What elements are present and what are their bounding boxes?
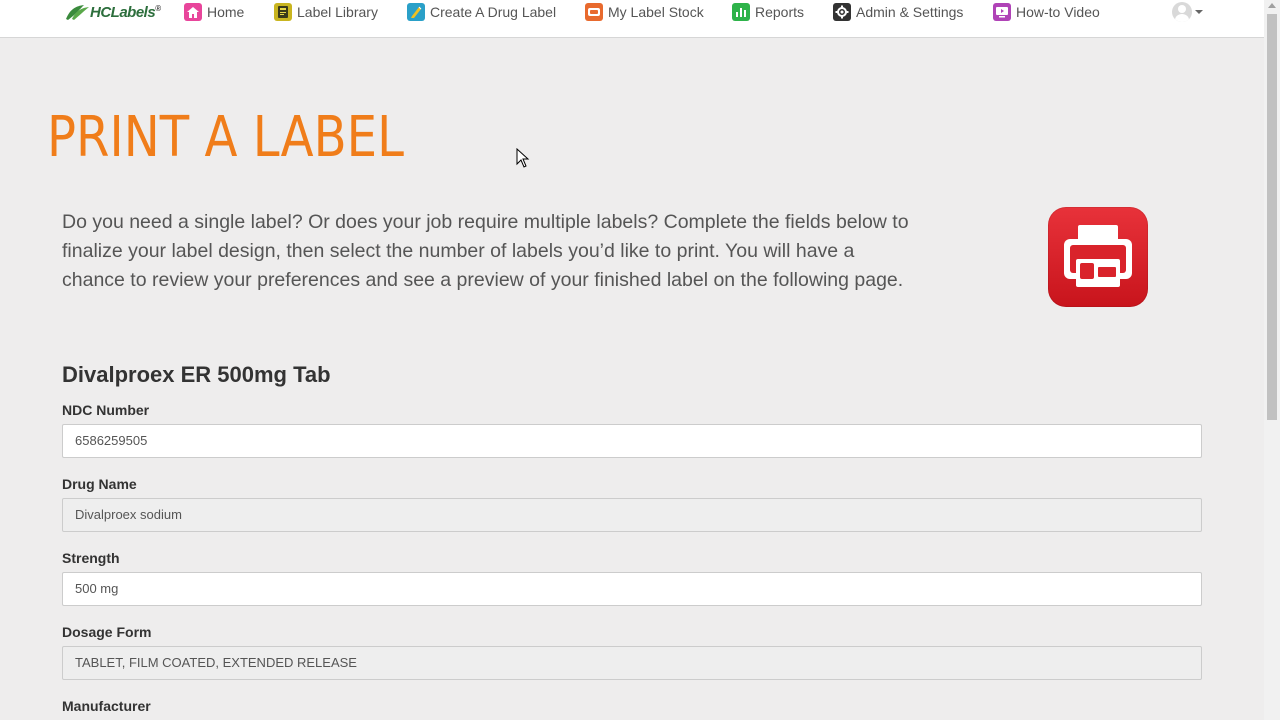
page-scrollbar[interactable] [1264,0,1280,720]
nav-reports[interactable]: Reports [732,2,804,22]
avatar-icon [1172,2,1192,22]
hclabels-logo[interactable]: HCLabels® [64,1,161,23]
drug-heading: Divalproex ER 500mg Tab [62,362,331,387]
nav-how-to-video[interactable]: How-to Video [993,2,1100,22]
nav-label-reports: Reports [755,4,805,20]
home-icon [184,3,202,21]
ndc-number-field[interactable]: 6586259505 [62,424,1202,458]
nav-label-library-text: Label Library [297,4,378,20]
strength-label: Strength [62,550,120,566]
dosage-form-field: TABLET, FILM COATED, EXTENDED RELEASE [62,646,1202,680]
nav-label-library[interactable]: Label Library [274,2,378,22]
strength-field[interactable]: 500 mg [62,572,1202,606]
logo-text: HCLabels® [90,3,161,21]
nav-label-admin: Admin & Settings [856,4,964,20]
nav-label-create: Create A Drug Label [430,4,557,20]
intro-text: Do you need a single label? Or does your… [62,211,909,291]
create-label-icon [407,3,425,21]
nav-label-video: How-to Video [1016,4,1100,20]
page-title: PRINT A LABEL [47,105,404,170]
drug-name-label: Drug Name [62,476,137,492]
nav-label-home: Home [207,4,245,20]
chevron-down-icon [1195,10,1203,14]
ndc-number-label: NDC Number [62,402,150,418]
dosage-form-label: Dosage Form [62,624,152,640]
top-navbar: HCLabels® Home Label Library Create A Dr… [0,0,1264,38]
nav-admin-settings[interactable]: Admin & Settings [833,2,963,22]
nav-create-drug-label[interactable]: Create A Drug Label [407,2,556,22]
nav-label-stock: My Label Stock [608,4,704,20]
mouse-pointer-icon [516,148,530,168]
nav-my-label-stock[interactable]: My Label Stock [585,2,704,22]
printer-icon [1048,207,1148,307]
nav-home[interactable]: Home [184,2,244,22]
user-menu[interactable] [1172,2,1203,22]
label-stock-icon [585,3,603,21]
library-icon [274,3,292,21]
scrollbar-thumb[interactable] [1267,14,1277,420]
reports-icon [732,3,750,21]
logo-leaf-icon [66,5,89,20]
scroll-up-arrow-icon[interactable] [1268,3,1276,8]
manufacturer-label: Manufacturer [62,698,151,714]
gear-icon [833,3,851,21]
drug-name-field: Divalproex sodium [62,498,1202,532]
video-icon [993,3,1011,21]
